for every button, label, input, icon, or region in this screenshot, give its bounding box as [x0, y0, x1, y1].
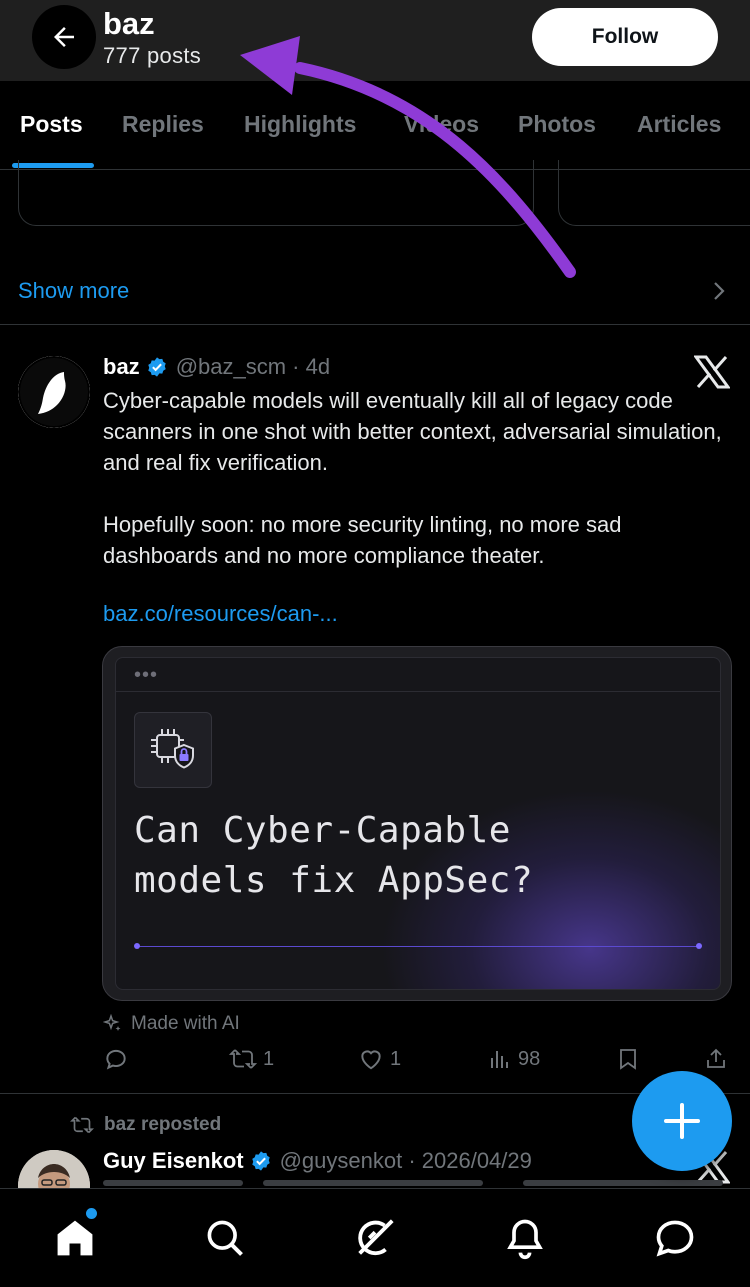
tweet-handle-time[interactable]: @baz_scm · 4d — [176, 354, 330, 380]
divider — [0, 1093, 750, 1094]
back-arrow-icon — [54, 27, 74, 47]
like-count: 1 — [390, 1047, 402, 1070]
tweet-text: Cyber-capable models will eventually kil… — [103, 385, 728, 571]
plus-icon — [664, 1103, 700, 1139]
divider — [0, 324, 750, 325]
card-title: Can Cyber-Capable models fix AppSec? — [134, 806, 533, 906]
chip-lock-icon — [134, 712, 212, 788]
highlight-card[interactable] — [558, 160, 750, 226]
tab-photos[interactable]: Photos — [518, 111, 596, 138]
tweet-paragraph: Cyber-capable models will eventually kil… — [103, 388, 722, 475]
nav-grok[interactable] — [350, 1213, 400, 1263]
ai-note-text: Made with AI — [131, 1013, 240, 1034]
tweet-header: Guy Eisenkot @guysenkot · 2026/04/29 — [103, 1148, 532, 1174]
chevron-right-icon[interactable] — [710, 280, 728, 307]
profile-tabs: Posts Replies Highlights Videos Photos A… — [0, 81, 750, 170]
made-with-ai-label[interactable]: Made with AI — [103, 1013, 240, 1035]
tweet-handle-time[interactable]: @guysenkot · 2026/04/29 — [280, 1148, 532, 1174]
bookmark-button[interactable] — [616, 1046, 640, 1072]
repost-label: baz reposted — [104, 1114, 222, 1135]
like-icon — [361, 1050, 381, 1070]
profile-header: baz 777 posts Follow — [0, 0, 750, 81]
bell-icon — [507, 1219, 543, 1260]
profile-name: baz — [103, 6, 155, 41]
card-progress-line — [136, 946, 700, 947]
bottom-navigation — [0, 1188, 750, 1287]
home-notification-dot — [86, 1208, 97, 1219]
bookmark-icon — [620, 1049, 636, 1070]
tab-articles[interactable]: Articles — [637, 111, 721, 138]
repost-icon — [229, 1049, 257, 1069]
repost-button[interactable]: 1 — [229, 1046, 274, 1072]
card-line-dot — [134, 943, 140, 949]
repost-indicator[interactable]: baz reposted — [70, 1114, 221, 1136]
search-icon — [207, 1220, 243, 1256]
nav-notifications[interactable] — [500, 1213, 550, 1263]
highlight-card[interactable] — [18, 160, 534, 226]
tweet-paragraph: Hopefully soon: no more security linting… — [103, 512, 622, 568]
home-icon — [57, 1220, 93, 1256]
views-count: 98 — [518, 1047, 541, 1070]
nav-home[interactable] — [50, 1213, 100, 1263]
tab-videos[interactable]: Videos — [404, 111, 479, 138]
card-title-line: models fix AppSec? — [134, 860, 534, 901]
tweet-link[interactable]: baz.co/resources/can-... — [103, 601, 338, 627]
share-icon — [707, 1048, 725, 1068]
card-title-line: Can Cyber-Capable — [134, 810, 511, 851]
messages-icon — [656, 1220, 694, 1257]
repost-icon — [70, 1116, 94, 1134]
reply-button[interactable] — [103, 1046, 135, 1072]
share-button[interactable] — [704, 1046, 728, 1072]
card-window: ••• Can Cyber-Capable models fix AppSec? — [115, 657, 721, 990]
follow-button[interactable]: Follow — [532, 8, 718, 66]
card-dots: ••• — [134, 664, 159, 686]
show-more-link[interactable]: Show more — [18, 278, 129, 304]
verified-badge-icon — [146, 356, 168, 378]
tweet-header: baz @baz_scm · 4d — [103, 354, 330, 380]
nav-messages[interactable] — [650, 1213, 700, 1263]
compose-button[interactable] — [632, 1071, 732, 1171]
repost-count: 1 — [263, 1047, 275, 1070]
avatar[interactable] — [18, 356, 90, 428]
back-button[interactable] — [32, 5, 96, 69]
like-button[interactable]: 1 — [358, 1046, 401, 1072]
card-topbar: ••• — [116, 658, 720, 692]
nav-search[interactable] — [200, 1213, 250, 1263]
verified-badge-icon — [250, 1150, 272, 1172]
sparkle-icon — [103, 1014, 121, 1031]
post-count: 777 posts — [103, 43, 202, 68]
card-line-dot — [696, 943, 702, 949]
grok-icon — [358, 1219, 394, 1256]
tweet-author-name[interactable]: baz — [103, 354, 140, 380]
views-button[interactable]: 98 — [488, 1046, 540, 1072]
tab-highlights[interactable]: Highlights — [244, 111, 356, 138]
tab-replies[interactable]: Replies — [122, 111, 204, 138]
reply-icon — [106, 1049, 126, 1070]
tab-posts[interactable]: Posts — [20, 111, 83, 138]
tweet-author-name[interactable]: Guy Eisenkot — [103, 1148, 244, 1174]
views-icon — [491, 1051, 508, 1068]
link-card-image[interactable]: ••• Can Cyber-Capable models fix AppSec? — [102, 646, 732, 1001]
